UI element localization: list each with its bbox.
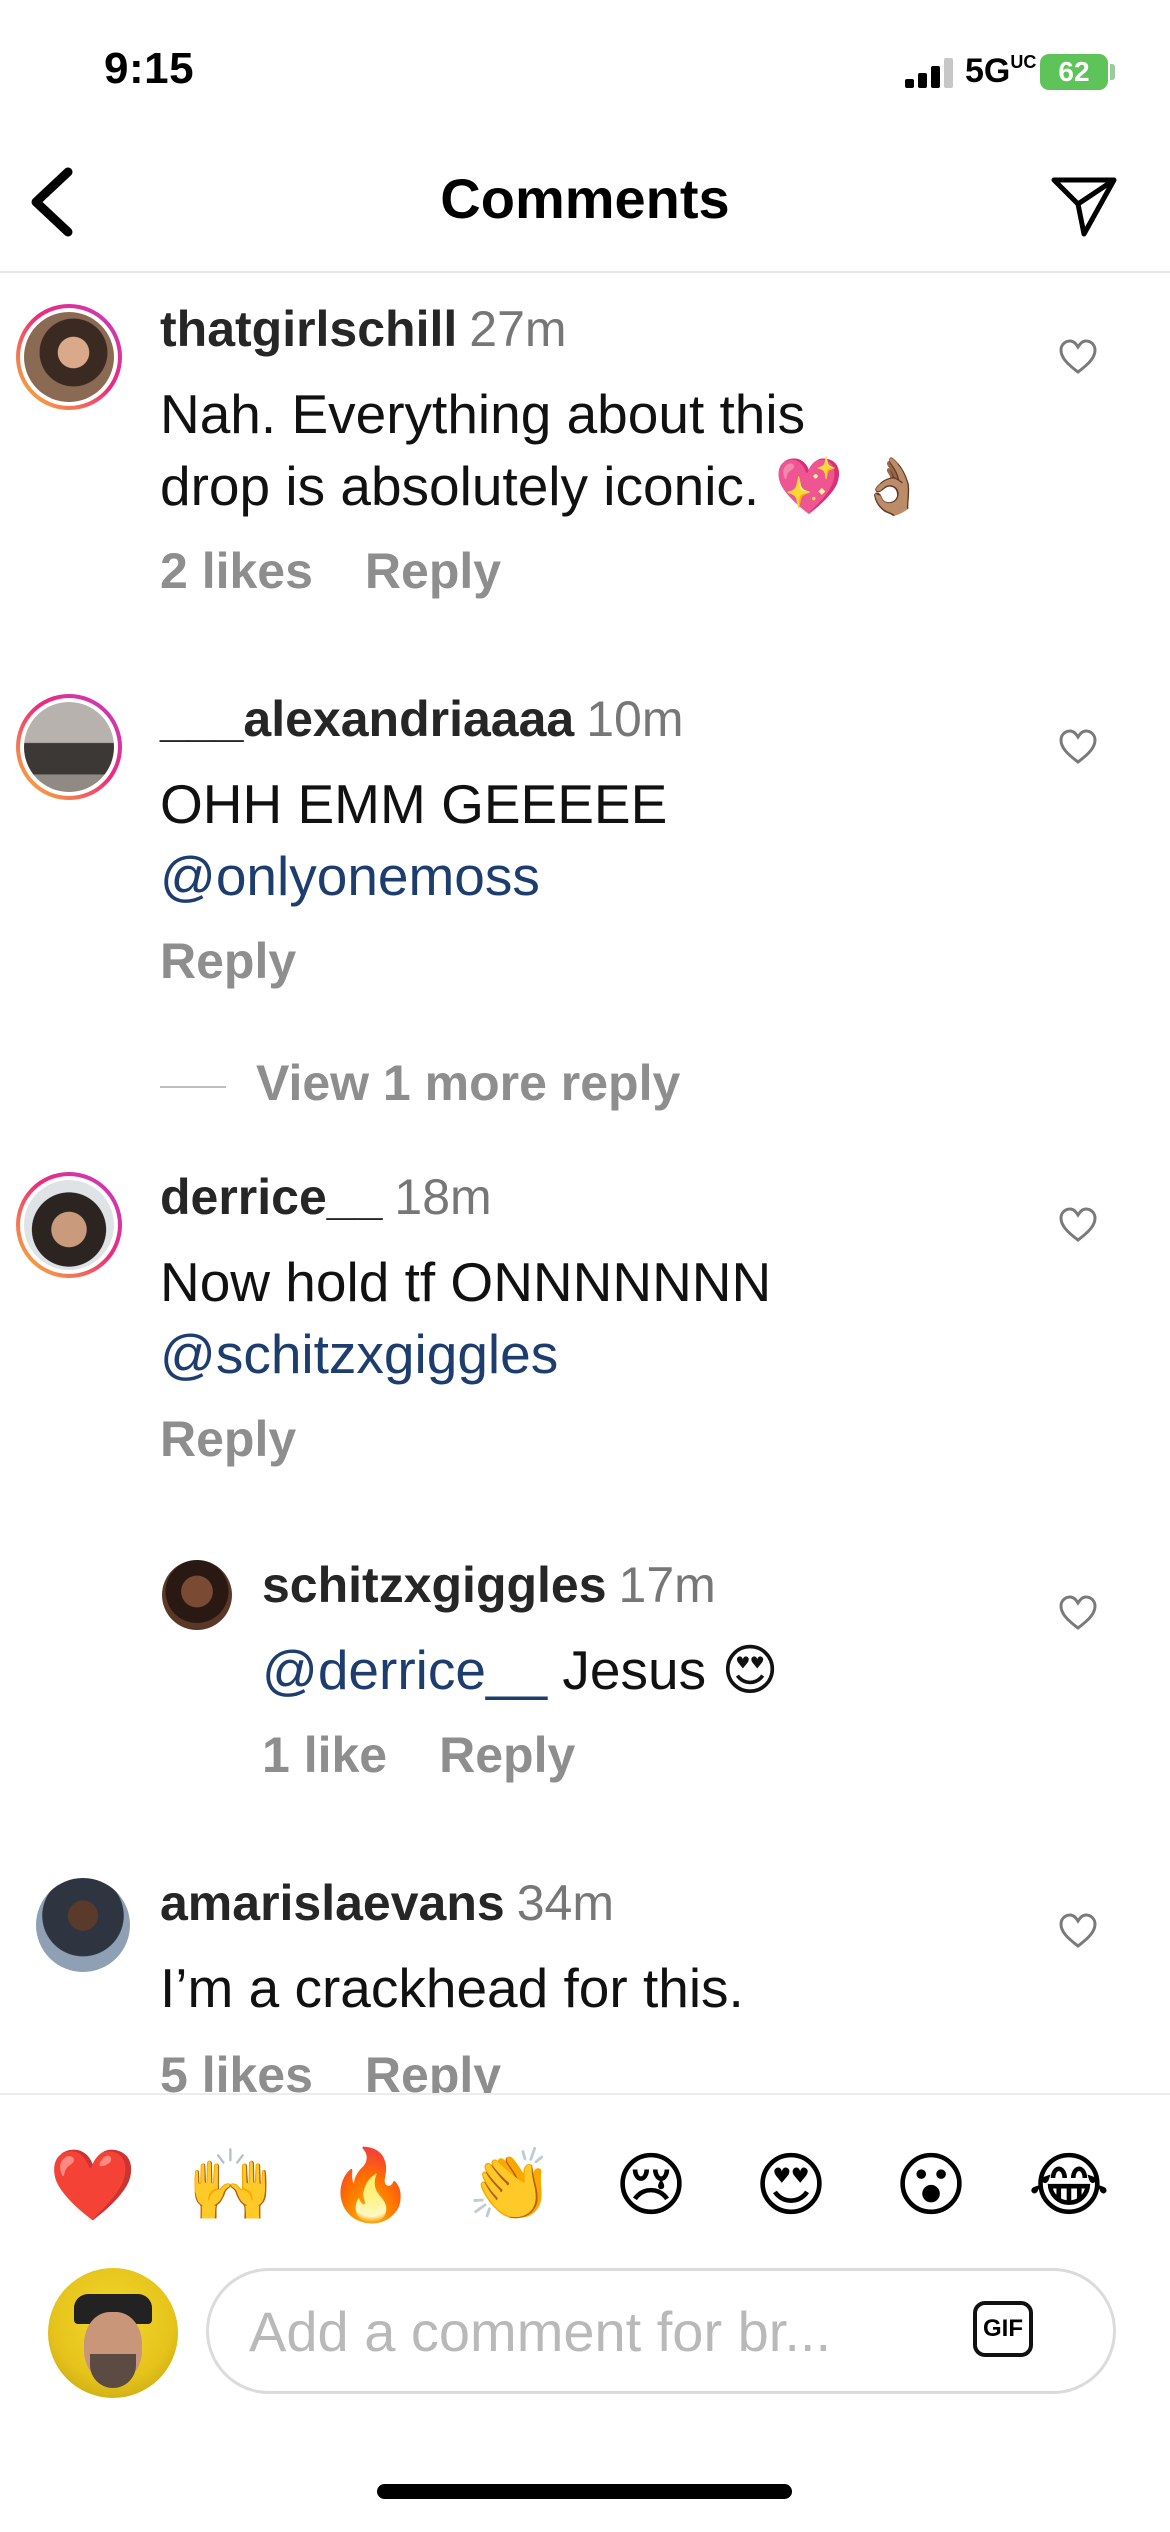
quick-reactions-bar: ❤️ 🙌 🔥 👏 😢 😍 😮 😂 [0,2140,1170,2236]
battery-tip [1110,64,1115,80]
comment-text: Nah. Everything about this drop is absol… [160,383,927,517]
network-indicator: 5GUC [965,52,1037,90]
avatar[interactable] [16,304,122,410]
cellular-signal-icon [905,58,953,88]
avatar[interactable] [16,1172,122,1278]
heart-icon[interactable] [1058,1206,1098,1244]
gif-button[interactable]: GIF [973,2301,1033,2357]
heart-icon[interactable] [1058,728,1098,766]
view-more-replies[interactable]: View 1 more reply [160,1054,680,1112]
heart-icon[interactable] [1058,338,1098,376]
mention-link[interactable]: @derrice__ [262,1639,547,1701]
comment-list[interactable]: thatgirlschill 27m Nah. Everything about … [0,274,1170,2094]
red-heart-emoji-button[interactable]: ❤️ [48,2140,138,2230]
reactions-divider [0,2093,1170,2095]
page-title: Comments [440,167,730,230]
battery-icon: 62 [1040,54,1108,90]
share-button[interactable] [1048,172,1120,240]
likes-count[interactable]: 2 likes [160,543,313,599]
heart-icon[interactable] [1058,1912,1098,1950]
comment-input-placeholder: Add a comment for br... [249,2300,832,2363]
avatar[interactable] [16,694,122,800]
comment-timestamp: 34m [516,1875,614,1931]
comment-text: I’m a crackhead for this. [160,1957,744,2019]
comment-input[interactable]: Add a comment for br... GIF [206,2268,1116,2394]
avatar[interactable] [162,1560,232,1630]
likes-count[interactable]: 5 likes [160,2047,313,2094]
surprised-face-emoji-button[interactable]: 😮 [886,2140,976,2230]
comment-text: OHH EMM GEEEEE @onlyonemoss [160,768,667,912]
reply-thread-line [160,1085,226,1088]
heart-eyes-emoji-button[interactable]: 😍 [746,2140,836,2230]
avatar[interactable] [36,1878,130,1972]
comment-text: Now hold tf ONNNNNNN @schitzxgiggles [160,1246,771,1390]
reply-button[interactable]: Reply [439,1727,575,1783]
current-user-avatar [48,2268,178,2398]
comment-timestamp: 18m [394,1169,492,1225]
reply-button[interactable]: Reply [365,543,501,599]
mention-link[interactable]: @onlyonemoss [160,840,667,912]
comment-username[interactable]: thatgirlschill [160,301,457,357]
comment-timestamp: 10m [586,691,684,747]
reply-button[interactable]: Reply [160,1411,296,1467]
raising-hands-emoji-button[interactable]: 🙌 [186,2140,276,2230]
reply-button[interactable]: Reply [160,933,296,989]
likes-count[interactable]: 1 like [262,1727,387,1783]
mention-link[interactable]: @schitzxgiggles [160,1318,771,1390]
comment-username[interactable]: derrice__ [160,1169,382,1225]
home-indicator[interactable] [377,2484,792,2499]
comment-text: @derrice__ Jesus 😍 [262,1639,779,1701]
reply-button[interactable]: Reply [365,2047,501,2094]
clapping-hands-emoji-button[interactable]: 👏 [466,2140,556,2230]
comment-username[interactable]: schitzxgiggles [262,1557,607,1613]
status-time: 9:15 [104,44,195,93]
comment-timestamp: 17m [618,1557,716,1613]
comment-timestamp: 27m [469,301,567,357]
heart-icon[interactable] [1058,1594,1098,1632]
comment-username[interactable]: amarislaevans [160,1875,505,1931]
fire-emoji-button[interactable]: 🔥 [326,2140,416,2230]
header-divider [0,271,1170,273]
paper-plane-icon [1051,177,1117,237]
comment-username[interactable]: ___alexandriaaaa [160,691,574,747]
tears-of-joy-emoji-button[interactable]: 😂 [1024,2140,1114,2230]
crying-face-emoji-button[interactable]: 😢 [606,2140,696,2230]
